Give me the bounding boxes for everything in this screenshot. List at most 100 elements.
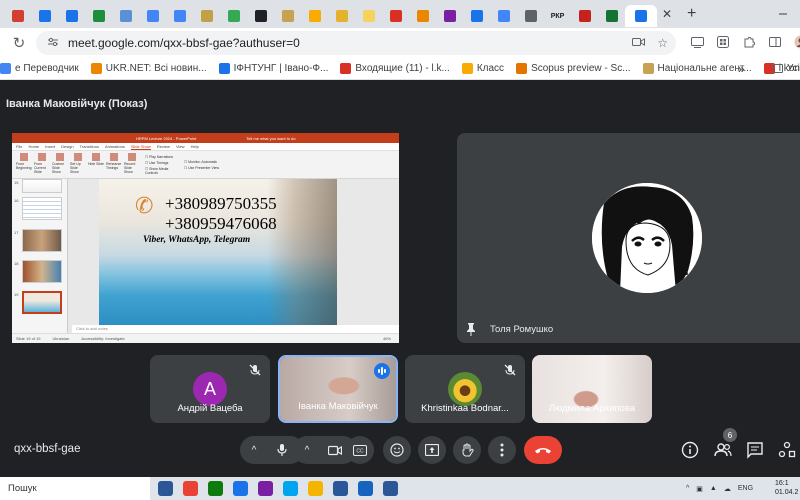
tray-network-icon[interactable]: ▲: [710, 485, 717, 492]
url-text[interactable]: meet.google.com/qxx-bbsf-gae?authuser=0: [68, 36, 300, 50]
captions-button[interactable]: CC: [346, 436, 374, 464]
activities-icon[interactable]: [778, 441, 796, 459]
ppt-ribbon-button-label: Hide Slide: [88, 162, 104, 166]
present-button[interactable]: [418, 436, 446, 464]
bookmark-favicon-icon: [90, 63, 102, 74]
browser-tab[interactable]: [4, 5, 31, 27]
side-panel-icon[interactable]: [768, 35, 782, 49]
browser-tab[interactable]: [355, 5, 382, 27]
ppt-status-bar: Slide 19 of 19 Ukrainian Accessibility: …: [12, 333, 399, 343]
reactions-button[interactable]: [383, 436, 411, 464]
browser-tab[interactable]: [571, 5, 598, 27]
bookmarks-overflow-icon[interactable]: »: [738, 62, 745, 76]
taskbar-app-icon[interactable]: [308, 481, 323, 496]
browser-tab[interactable]: РКР: [544, 5, 571, 27]
taskbar-app-icon[interactable]: [333, 481, 348, 496]
browser-tab[interactable]: [193, 5, 220, 27]
extensions-puzzle-icon[interactable]: [742, 35, 756, 49]
mic-options-chevron-icon[interactable]: ^: [246, 445, 262, 456]
all-bookmarks-folder[interactable]: Усі: [772, 63, 800, 74]
bookmark-item[interactable]: ІФНТУНГ | Івано-Ф...: [218, 63, 328, 74]
raise-hand-button[interactable]: [453, 436, 481, 464]
taskbar-app-icon[interactable]: [183, 481, 198, 496]
slide-thumb[interactable]: [22, 179, 62, 193]
browser-tab[interactable]: [382, 5, 409, 27]
address-bar[interactable]: meet.google.com/qxx-bbsf-gae?authuser=0 …: [36, 31, 676, 55]
browser-tab[interactable]: [247, 5, 274, 27]
browser-tab[interactable]: [409, 5, 436, 27]
close-tab-icon[interactable]: ✕: [657, 4, 677, 24]
screen-share-icon[interactable]: [690, 35, 704, 49]
meeting-info-icon[interactable]: [681, 441, 699, 459]
pin-icon[interactable]: [464, 322, 478, 336]
bookmark-item[interactable]: Scopus preview - Sc...: [516, 63, 631, 74]
browser-tab[interactable]: [31, 5, 58, 27]
participant-tile[interactable]: A Андрій Вацеба: [150, 355, 270, 423]
system-clock[interactable]: 16:1 01.04.2: [775, 479, 798, 497]
browser-tab[interactable]: [328, 5, 355, 27]
taskbar-app-icon[interactable]: [208, 481, 223, 496]
browser-tab[interactable]: [112, 5, 139, 27]
minimize-icon[interactable]: [766, 0, 800, 28]
browser-tab[interactable]: [139, 5, 166, 27]
microphone-button[interactable]: [268, 436, 296, 464]
thumb-number: 15: [14, 180, 19, 185]
tab-favicon-icon: [281, 10, 294, 22]
slide-thumb[interactable]: [22, 260, 62, 283]
profile-avatar[interactable]: [794, 35, 800, 49]
slide-thumb[interactable]: [22, 197, 62, 220]
participant-tile[interactable]: Khristinkaa Bodnar...: [405, 355, 525, 423]
taskbar-search[interactable]: Пошук: [0, 477, 150, 500]
bookmark-item[interactable]: UKR.NET: Всі новин...: [90, 63, 207, 74]
browser-tab[interactable]: [436, 5, 463, 27]
tray-onedrive-icon[interactable]: ☁: [724, 485, 731, 493]
tray-app-icon[interactable]: ▣: [696, 485, 703, 493]
participant-tile[interactable]: Людмила Архипова: [532, 355, 652, 423]
taskbar-app-icon[interactable]: [283, 481, 298, 496]
people-icon[interactable]: [714, 441, 732, 459]
browser-tab[interactable]: [463, 5, 490, 27]
tray-chevron-icon[interactable]: ^: [686, 485, 689, 492]
mic-off-icon: [504, 364, 516, 376]
browser-tab[interactable]: [490, 5, 517, 27]
more-vert-icon: [500, 443, 504, 457]
camera-in-use-icon[interactable]: [632, 36, 646, 50]
extension-app-icon[interactable]: [716, 35, 730, 49]
browser-tab[interactable]: [274, 5, 301, 27]
notes-pane[interactable]: Click to add notes: [72, 325, 399, 333]
thumb-number: 19: [14, 292, 19, 297]
bookmark-star-icon[interactable]: ☆: [657, 36, 668, 50]
tray-language[interactable]: ENG: [738, 485, 753, 492]
slide-thumb-selected[interactable]: [22, 291, 62, 314]
taskbar-app-icon[interactable]: [358, 481, 373, 496]
browser-tab[interactable]: [625, 5, 657, 27]
ppt-ribbon-button-icon: [74, 153, 82, 161]
browser-tab[interactable]: [85, 5, 112, 27]
browser-tab[interactable]: [220, 5, 247, 27]
bookmark-item[interactable]: е Переводчик: [0, 63, 79, 74]
browser-tab[interactable]: [58, 5, 85, 27]
leave-call-button[interactable]: [524, 436, 562, 464]
browser-tab[interactable]: [301, 5, 328, 27]
ppt-ribbon-button: Custom Slide Show: [52, 153, 68, 176]
taskbar-app-icon[interactable]: [233, 481, 248, 496]
browser-tab[interactable]: [166, 5, 193, 27]
slide-thumb[interactable]: [22, 229, 62, 252]
browser-tab[interactable]: [598, 5, 625, 27]
new-tab-button[interactable]: +: [687, 5, 696, 23]
bookmark-list: е Переводчик UKR.NET: Всі новин... ІФНТУНГ…: [0, 63, 800, 74]
camera-button[interactable]: [321, 436, 349, 464]
more-options-button[interactable]: [488, 436, 516, 464]
camera-options-chevron-icon[interactable]: ^: [299, 445, 315, 456]
taskbar-app-icon[interactable]: [158, 481, 173, 496]
site-info-icon[interactable]: [42, 37, 64, 50]
participant-tile-speaking[interactable]: Іванка Маковійчук: [278, 355, 398, 423]
taskbar-app-icon[interactable]: [258, 481, 273, 496]
bookmark-item[interactable]: Входящие (11) - l.k...: [340, 63, 450, 74]
chat-icon[interactable]: [746, 441, 764, 459]
bookmark-item[interactable]: Класс: [461, 63, 504, 74]
taskbar-app-icon[interactable]: [383, 481, 398, 496]
reload-icon[interactable]: ↻: [6, 34, 32, 52]
bookmark-item[interactable]: Національне агент...: [642, 63, 752, 74]
browser-tab[interactable]: [517, 5, 544, 27]
